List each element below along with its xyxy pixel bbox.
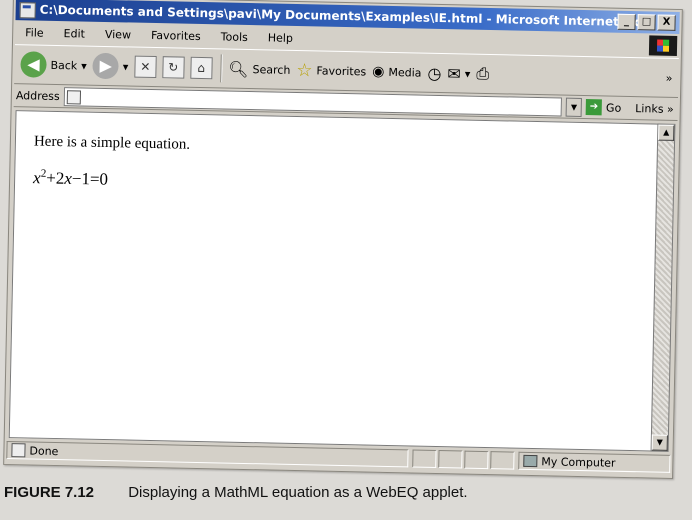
ie-page-icon	[19, 2, 36, 19]
links-label: Links	[635, 101, 664, 116]
history-button[interactable]: ◷	[427, 63, 441, 82]
menu-help[interactable]: Help	[258, 31, 303, 45]
history-icon: ◷	[427, 63, 442, 83]
back-arrow-icon: ◀	[20, 51, 47, 78]
back-dropdown-icon[interactable]: ▾	[81, 59, 87, 72]
menu-tools[interactable]: Tools	[211, 30, 258, 44]
go-button[interactable]: ➔ Go	[585, 99, 622, 116]
stop-icon: ✕	[134, 55, 157, 79]
maximize-button[interactable]: □	[637, 14, 656, 31]
equation-applet[interactable]: x2+2x−1=0	[33, 168, 108, 190]
close-button[interactable]: X	[657, 14, 676, 31]
zone-text: My Computer	[541, 454, 616, 470]
status-cells	[412, 449, 515, 470]
home-button[interactable]: ⌂	[190, 56, 213, 80]
toolbar-separator	[219, 54, 223, 83]
menu-edit[interactable]: Edit	[53, 26, 95, 40]
media-button[interactable]: ◉ Media	[372, 64, 422, 81]
window-controls: _ □ X	[617, 13, 676, 31]
stop-button[interactable]: ✕	[134, 55, 157, 79]
forward-button[interactable]: ▶ ▾	[92, 52, 129, 80]
links-button[interactable]: Links »	[635, 102, 674, 116]
favorites-label: Favorites	[316, 63, 367, 78]
mail-button[interactable]: ✉ ▾	[447, 64, 470, 83]
security-zone: My Computer	[518, 451, 671, 473]
printer-icon: ⎙	[476, 63, 490, 84]
search-button[interactable]: 🔍︎ Search	[228, 59, 290, 79]
go-arrow-icon: ➔	[585, 99, 603, 116]
forward-dropdown-icon[interactable]: ▾	[123, 60, 129, 73]
page-icon	[66, 89, 81, 104]
menu-view[interactable]: View	[95, 27, 141, 41]
star-icon: ☆	[296, 59, 313, 81]
browser-window: C:\Documents and Settings\pavi\My Docume…	[3, 0, 683, 479]
media-icon: ◉	[372, 63, 385, 80]
my-computer-icon	[523, 454, 538, 468]
refresh-icon: ↻	[162, 56, 185, 79]
media-label: Media	[388, 65, 422, 80]
scroll-down-icon[interactable]: ▼	[651, 434, 668, 451]
figure-caption: FIGURE 7.12 Displaying a MathML equation…	[0, 484, 692, 501]
search-label: Search	[252, 62, 291, 77]
figure-number: FIGURE 7.12	[4, 484, 95, 501]
refresh-button[interactable]: ↻	[162, 56, 185, 79]
eq-term-b: −1=0	[71, 168, 109, 189]
favorites-button[interactable]: ☆ Favorites	[296, 59, 366, 81]
mail-dropdown-icon[interactable]: ▾	[465, 67, 471, 80]
scroll-up-icon[interactable]: ▲	[658, 124, 675, 141]
forward-arrow-icon: ▶	[92, 52, 120, 80]
address-label: Address	[15, 88, 60, 103]
status-text: Done	[29, 443, 59, 458]
page-done-icon	[11, 443, 26, 458]
eq-term-a: +2	[46, 168, 65, 188]
search-icon: 🔍︎	[228, 59, 249, 79]
caption-text: Displaying a MathML equation as a WebEQ …	[128, 484, 468, 501]
menu-favorites[interactable]: Favorites	[141, 28, 211, 42]
go-label: Go	[605, 100, 622, 115]
menu-file[interactable]: File	[15, 26, 54, 40]
mail-icon: ✉	[447, 63, 462, 83]
home-icon: ⌂	[190, 56, 213, 80]
page-content: Here is a simple equation. x2+2x−1=0	[8, 110, 660, 452]
windows-logo-icon	[648, 35, 678, 56]
address-dropdown-icon[interactable]: ▼	[565, 97, 583, 117]
back-button[interactable]: ◀ Back ▾	[20, 51, 87, 78]
content-text: Here is a simple equation.	[33, 133, 191, 153]
back-label: Back	[50, 58, 78, 72]
print-button[interactable]: ⎙	[476, 64, 489, 84]
toolbar-more-icon[interactable]: »	[666, 71, 673, 84]
minimize-button[interactable]: _	[617, 13, 636, 31]
